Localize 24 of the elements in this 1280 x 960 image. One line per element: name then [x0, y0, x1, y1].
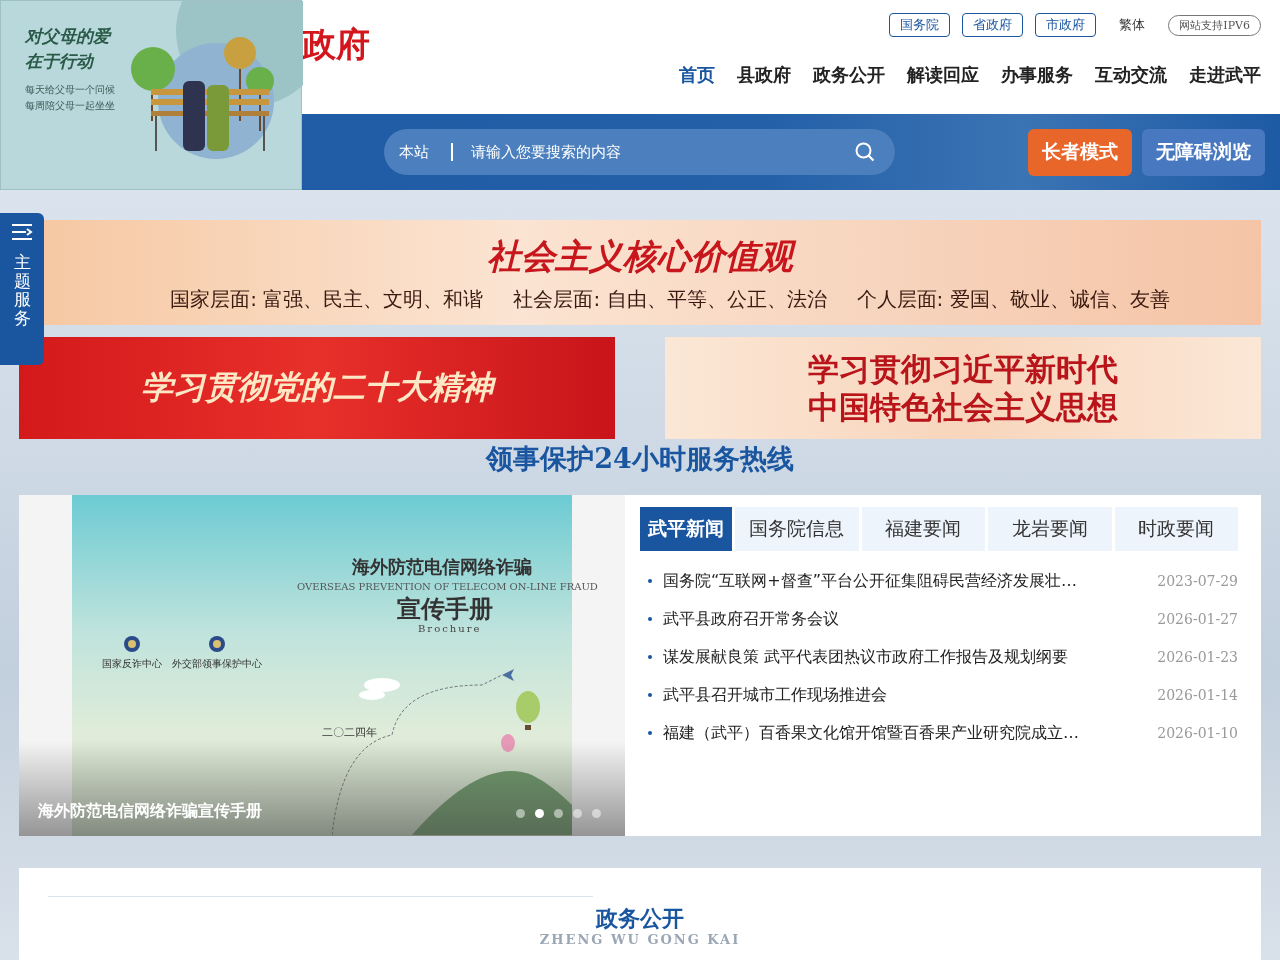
- banner-text: 中国特色社会主义思想: [808, 388, 1118, 426]
- site-logo-text: 政府: [302, 23, 370, 66]
- org-name: 外交部领事保护中心: [172, 657, 262, 671]
- news-date: 2023-07-29: [1157, 573, 1238, 589]
- banner-text: 国家层面: 富强、民主、文明、和谐: [170, 286, 484, 313]
- ad-text: 每天给父母一个问候: [25, 83, 115, 97]
- cover-english-title: OVERSEAS PREVENTION OF TELECOM ON-LINE FRAUD: [297, 581, 598, 592]
- cover-title: 海外防范电信网络诈骗: [352, 555, 532, 579]
- ad-text: 每周陪父母一起坐坐: [25, 99, 115, 113]
- banner-text: 社会层面: 自由、平等、公正、法治: [513, 286, 827, 313]
- news-date: 2026-01-27: [1157, 611, 1238, 627]
- news-date: 2026-01-23: [1157, 649, 1238, 665]
- news-date: 2026-01-14: [1157, 687, 1238, 703]
- section-subtitle: ZHENG WU GONG KAI: [539, 932, 741, 947]
- cover-subtitle-english: Brochure: [418, 623, 482, 634]
- news-date: 2026-01-10: [1157, 725, 1238, 741]
- section-title: 政务公开: [596, 906, 684, 932]
- ad-headline: 对父母的爱: [25, 25, 110, 48]
- banner-text: 学习贯彻习近平新时代: [808, 350, 1118, 388]
- org-name: 国家反诈中心: [102, 657, 162, 671]
- ad-headline: 在于行动: [25, 50, 96, 73]
- cover-year: 二〇二四年: [322, 725, 377, 740]
- cover-subtitle: 宣传手册: [397, 593, 493, 625]
- banner-text: 个人层面: 爱国、敬业、诚信、友善: [856, 286, 1170, 313]
